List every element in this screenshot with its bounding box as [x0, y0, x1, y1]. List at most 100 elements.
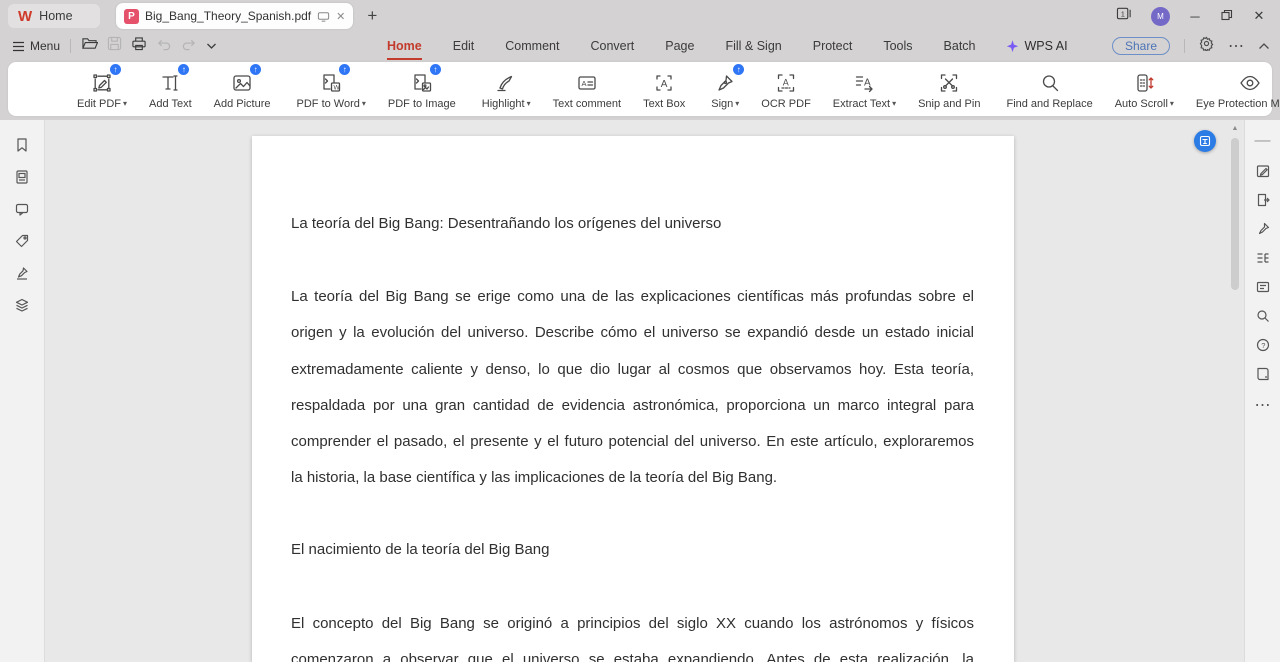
- svg-text:A: A: [661, 79, 668, 90]
- tab-comment[interactable]: Comment: [503, 35, 561, 57]
- dropdown-caret-icon: ▾: [527, 99, 531, 108]
- add-text-icon: [158, 71, 182, 95]
- chevron-down-icon[interactable]: [206, 37, 217, 55]
- help-icon[interactable]: ?: [1255, 337, 1271, 353]
- vertical-scrollbar[interactable]: ▲: [1230, 125, 1240, 662]
- tab-convert[interactable]: Convert: [588, 35, 636, 57]
- save-icon[interactable]: [107, 36, 122, 56]
- restore-button[interactable]: [1220, 9, 1234, 24]
- wps-ai-button[interactable]: WPS AI: [1005, 39, 1068, 54]
- settings-gear-icon[interactable]: [1199, 36, 1214, 56]
- pdf-page[interactable]: La teoría del Big Bang: Desentrañando lo…: [252, 136, 1014, 662]
- scroll-up-arrow[interactable]: ▲: [1230, 125, 1240, 132]
- tab-batch[interactable]: Batch: [942, 35, 978, 57]
- ocr-pdf-button[interactable]: A OCR PDF: [750, 64, 822, 114]
- eye-protection-mode-button[interactable]: Eye Protection Mode▾: [1185, 64, 1280, 114]
- highlight-icon: [494, 71, 518, 95]
- edit-note-icon[interactable]: [1255, 163, 1271, 179]
- highlight-label: Highlight: [482, 98, 525, 110]
- text-box-button[interactable]: A Text Box: [632, 64, 696, 114]
- pdf-to-word-button[interactable]: W↑ PDF to Word▾: [286, 64, 377, 114]
- document-text-line: La teoría del Big Bang se erige como una…: [291, 279, 974, 315]
- left-sidebar: [0, 120, 45, 662]
- premium-badge-icon: ↑: [430, 64, 441, 75]
- tab-protect[interactable]: Protect: [811, 35, 855, 57]
- snip-and-pin-button[interactable]: Snip and Pin: [907, 64, 991, 114]
- more-options-icon[interactable]: ⋯: [1228, 36, 1244, 56]
- wps-logo-icon: W: [18, 9, 32, 24]
- attachment-tag-icon[interactable]: [14, 233, 30, 249]
- sign-button[interactable]: ↑ Sign▾: [700, 64, 750, 114]
- tab-home[interactable]: Home: [385, 35, 424, 57]
- redo-icon[interactable]: [181, 37, 197, 56]
- wps-ai-label: WPS AI: [1025, 39, 1068, 53]
- menu-button[interactable]: Menu: [12, 39, 60, 53]
- bookmarks-icon[interactable]: [14, 137, 30, 153]
- add-picture-button[interactable]: ↑ Add Picture: [203, 64, 282, 114]
- edit-pdf-label: Edit PDF: [77, 98, 121, 110]
- undo-icon[interactable]: [156, 37, 172, 56]
- home-tab[interactable]: W Home: [8, 4, 100, 28]
- tab-tools[interactable]: Tools: [881, 35, 914, 57]
- add-picture-icon: [230, 71, 254, 95]
- read-mode-icon[interactable]: [1255, 366, 1271, 382]
- comments-icon[interactable]: [14, 201, 30, 217]
- find-and-replace-button[interactable]: Find and Replace: [995, 64, 1103, 114]
- tab-edit[interactable]: Edit: [451, 35, 477, 57]
- sparkle-icon: [1005, 39, 1020, 54]
- premium-badge-icon: ↑: [178, 64, 189, 75]
- text-comment-button[interactable]: A Text comment: [542, 64, 632, 114]
- document-text-line: origen y la evolución del universo. Desc…: [291, 315, 974, 351]
- document-title: La teoría del Big Bang: Desentrañando lo…: [291, 206, 974, 242]
- signature-stamp-icon[interactable]: [14, 265, 30, 281]
- more-tools-icon[interactable]: ⋯: [1255, 395, 1271, 415]
- close-window-button[interactable]: ✕: [1252, 8, 1266, 24]
- menu-row: Menu Home Edit Comment Convert Page Fill…: [0, 32, 1280, 60]
- collapse-panel-icon[interactable]: —: [1255, 132, 1271, 150]
- paragraph: La teoría del Big Bang se erige como una…: [291, 279, 974, 496]
- export-document-icon[interactable]: [1255, 192, 1271, 208]
- dropdown-caret-icon: ▾: [362, 99, 366, 108]
- minimize-button[interactable]: ─: [1188, 9, 1202, 24]
- document-workspace[interactable]: La teoría del Big Bang: Desentrañando lo…: [45, 120, 1244, 662]
- window-switcher-icon[interactable]: 1: [1116, 6, 1133, 26]
- document-tab[interactable]: P Big_Bang_Theory_Spanish.pdf ✕: [116, 3, 353, 29]
- annotation-panel-icon[interactable]: [1255, 279, 1271, 295]
- tab-fill-sign[interactable]: Fill & Sign: [723, 35, 783, 57]
- home-tab-label: Home: [39, 9, 72, 23]
- dropdown-caret-icon: ▾: [892, 99, 896, 108]
- add-picture-label: Add Picture: [214, 98, 271, 110]
- add-text-button[interactable]: ↑ Add Text: [138, 64, 203, 114]
- edit-pdf-button[interactable]: ↑ Edit PDF▾: [66, 64, 138, 114]
- scrollbar-thumb[interactable]: [1231, 138, 1239, 290]
- menu-label: Menu: [30, 39, 60, 53]
- close-tab-icon[interactable]: ✕: [336, 10, 345, 23]
- titlebar: W Home P Big_Bang_Theory_Spanish.pdf ✕ +…: [0, 0, 1280, 32]
- sign-pen-icon[interactable]: [1255, 221, 1271, 237]
- screen-icon[interactable]: [317, 10, 330, 23]
- print-icon[interactable]: [131, 36, 147, 56]
- layers-icon[interactable]: [14, 297, 30, 313]
- document-heading: El nacimiento de la teoría del Big Bang: [291, 532, 974, 568]
- outline-panel-icon[interactable]: [1255, 250, 1271, 266]
- snip-and-pin-label: Snip and Pin: [918, 98, 980, 110]
- collapse-ribbon-icon[interactable]: [1258, 37, 1270, 55]
- floating-translate-button[interactable]: [1194, 130, 1216, 152]
- eye-protection-icon: [1238, 71, 1262, 95]
- document-text-line: comenzaron a observar que el universo se…: [291, 642, 974, 662]
- new-tab-button[interactable]: +: [367, 6, 377, 26]
- document-text-line: El concepto del Big Bang se originó a pr…: [291, 606, 974, 642]
- text-box-label: Text Box: [643, 98, 685, 110]
- search-icon[interactable]: [1255, 308, 1271, 324]
- pdf-to-image-button[interactable]: ↑ PDF to Image: [377, 64, 467, 114]
- text-comment-icon: A: [575, 71, 599, 95]
- open-file-icon[interactable]: [81, 36, 98, 56]
- extract-text-button[interactable]: A Extract Text▾: [822, 64, 907, 114]
- page-thumbnails-icon[interactable]: [14, 169, 30, 185]
- user-avatar[interactable]: M: [1151, 7, 1170, 26]
- auto-scroll-button[interactable]: Auto Scroll▾: [1104, 64, 1185, 114]
- document-text-line: respaldada por una gran cantidad de evid…: [291, 388, 974, 424]
- highlight-button[interactable]: Highlight▾: [471, 64, 542, 114]
- share-button[interactable]: Share: [1112, 37, 1170, 55]
- tab-page[interactable]: Page: [663, 35, 696, 57]
